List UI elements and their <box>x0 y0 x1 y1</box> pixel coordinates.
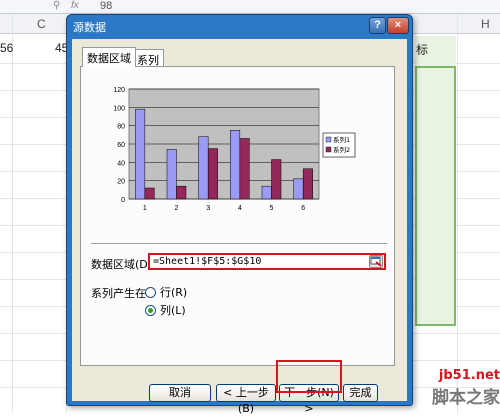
bar <box>261 185 272 200</box>
legend-swatch <box>325 136 332 143</box>
back-button[interactable]: < 上一步(B) <box>216 384 276 415</box>
chart-svg: 0 20 40 60 80 100 120 1 2 3 4 5 6 系列1系列2 <box>113 87 356 212</box>
y-tick-label: 120 <box>113 87 125 94</box>
bar <box>230 130 241 200</box>
selected-range[interactable] <box>415 66 456 326</box>
radio-icon <box>145 287 156 298</box>
radio-icon-selected <box>145 305 156 316</box>
bar <box>239 138 250 200</box>
next-button-highlight <box>276 360 342 393</box>
divider <box>91 243 387 244</box>
formula-bar: ⚲ fx 98 <box>0 0 500 14</box>
legend-label: 系列1 <box>333 135 350 144</box>
bar <box>135 108 146 200</box>
bar <box>166 149 177 200</box>
column-header-h[interactable]: H <box>481 17 490 31</box>
radio-columns[interactable]: 列(L) <box>145 302 186 318</box>
bar <box>271 159 282 200</box>
y-tick-label: 80 <box>117 124 125 131</box>
watermark-top: jb51.net <box>438 368 500 383</box>
dialog-title: 源数据 <box>73 21 106 34</box>
bar <box>302 168 313 200</box>
source-data-dialog: 源数据 ? × 数据区域 系列 0 20 40 60 80 100 120 1 2 3 4 5 6 系列1… <box>66 14 413 415</box>
radio-rows[interactable]: 行(R) <box>145 284 187 300</box>
cancel-button[interactable]: 取消 <box>149 384 211 402</box>
y-tick-label: 0 <box>121 197 125 204</box>
series-in-label: 系列产生在: <box>91 287 150 300</box>
x-tick-label: 6 <box>301 205 305 212</box>
grid-line <box>457 14 458 413</box>
x-tick-label: 1 <box>143 205 147 212</box>
tab-panel: 0 20 40 60 80 100 120 1 2 3 4 5 6 系列1 系列2 数据区域(D): =Sh… <box>80 66 395 366</box>
formula-value[interactable]: 98 <box>100 0 112 12</box>
collapse-dialog-icon[interactable] <box>369 255 383 268</box>
dialog-titlebar[interactable]: 源数据 ? × <box>67 15 412 37</box>
tab-data-range[interactable]: 数据区域 <box>82 47 136 67</box>
radio-rows-label: 行(R) <box>160 286 188 299</box>
legend-swatch <box>325 146 332 153</box>
bar <box>198 136 209 200</box>
watermark-bottom: 脚本之家 <box>432 388 500 408</box>
y-tick-label: 100 <box>113 105 125 112</box>
legend-label: 系列2 <box>333 145 350 154</box>
y-tick-label: 60 <box>117 142 125 149</box>
finish-button[interactable]: 完成 <box>343 384 378 402</box>
watermark: jb51.net 脚本之家 <box>395 368 500 413</box>
dialog-client: 数据区域 系列 0 20 40 60 80 100 120 1 2 3 4 5 6 系列1 系列2 数据区域… <box>72 39 407 415</box>
cell-value[interactable]: 标 <box>416 41 428 58</box>
x-tick-label: 2 <box>175 205 179 212</box>
x-tick-label: 4 <box>238 205 242 212</box>
column-header-c[interactable]: C <box>37 17 46 31</box>
cell-value[interactable]: 56 <box>0 41 13 55</box>
fx-icon[interactable]: fx <box>71 0 79 11</box>
bar <box>293 178 304 200</box>
y-tick-label: 40 <box>117 160 125 167</box>
bar <box>207 148 218 200</box>
radio-columns-label: 列(L) <box>160 304 186 317</box>
tab-series[interactable]: 系列 <box>132 49 164 67</box>
bar <box>144 187 155 200</box>
help-button[interactable]: ? <box>369 17 386 34</box>
range-input-value: =Sheet1!$F$5:$G$10 <box>153 256 262 267</box>
range-input[interactable]: =Sheet1!$F$5:$G$10 <box>148 253 386 270</box>
grid-line <box>12 14 13 413</box>
close-button[interactable]: × <box>387 17 409 34</box>
x-tick-label: 3 <box>206 205 210 212</box>
range-label: 数据区域(D): <box>91 258 156 271</box>
magnifier-icon[interactable]: ⚲ <box>53 0 60 11</box>
chart-preview: 0 20 40 60 80 100 120 1 2 3 4 5 6 系列1 系列2 <box>103 83 379 223</box>
bar <box>176 185 187 200</box>
y-tick-label: 20 <box>117 179 125 186</box>
x-tick-label: 5 <box>270 205 274 212</box>
